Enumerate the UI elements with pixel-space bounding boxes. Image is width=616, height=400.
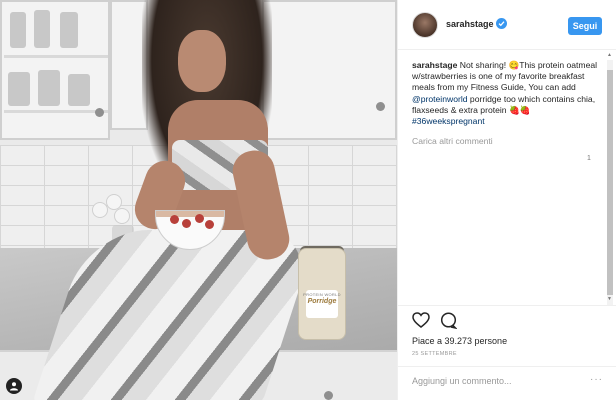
username-link[interactable]: sarahstage [446, 19, 494, 29]
cabinet-knob [95, 108, 104, 117]
glassware [8, 72, 30, 106]
comment-input[interactable] [412, 376, 582, 386]
strawberry [205, 220, 214, 229]
glassware [60, 12, 78, 48]
actions-divider [398, 305, 616, 306]
cabinet-knob [376, 102, 385, 111]
follow-button[interactable]: Segui [568, 17, 602, 35]
like-heart-icon[interactable] [412, 312, 432, 332]
strawberry [182, 219, 191, 228]
scrollbar-thumb[interactable] [607, 70, 613, 295]
scroll-up-arrow-icon[interactable]: ▲ [607, 52, 612, 58]
cabinet-shelf [4, 55, 108, 58]
strawberry [195, 214, 204, 223]
jar-label-text: Porridge [307, 298, 337, 305]
person-face [178, 30, 226, 92]
more-options-icon[interactable]: ··· [590, 374, 603, 385]
cabinet-shelf [4, 110, 108, 113]
post-header: sarahstage Segui [398, 0, 616, 50]
post-date[interactable]: 25 SETTEMBRE [412, 351, 457, 357]
drawer-knob [324, 391, 333, 400]
caption-username[interactable]: sarahstage [412, 60, 457, 70]
caption-marker: 1 [587, 155, 591, 162]
flower-petal [114, 208, 130, 224]
glassware [34, 10, 50, 48]
hashtag-link[interactable]: #36weekspregnant [412, 116, 485, 126]
user-tag-icon[interactable] [6, 378, 22, 394]
glassware [10, 12, 26, 48]
likes-count[interactable]: Piace a 39.273 persone [412, 336, 507, 346]
cabinet-right [262, 0, 397, 140]
jar-brand-text: PROTEIN WORLD [303, 292, 341, 297]
avatar[interactable] [412, 12, 438, 38]
flowers [92, 192, 134, 232]
glassware [68, 74, 90, 106]
scroll-down-arrow-icon[interactable]: ▼ [607, 296, 612, 302]
post-caption: sarahstage Not sharing! 😋This protein oa… [412, 60, 604, 127]
mention-link[interactable]: @proteinworld [412, 94, 468, 104]
verified-badge-icon [496, 18, 507, 29]
post-photo[interactable]: PROTEIN WORLD Porridge [0, 0, 397, 400]
load-more-comments-link[interactable]: Carica altri commenti [412, 136, 493, 146]
strawberry [170, 215, 179, 224]
comment-bubble-icon[interactable] [440, 312, 460, 332]
glassware [38, 70, 60, 106]
post-sidebar: sarahstage Segui sarahstage Not sharing!… [397, 0, 616, 400]
